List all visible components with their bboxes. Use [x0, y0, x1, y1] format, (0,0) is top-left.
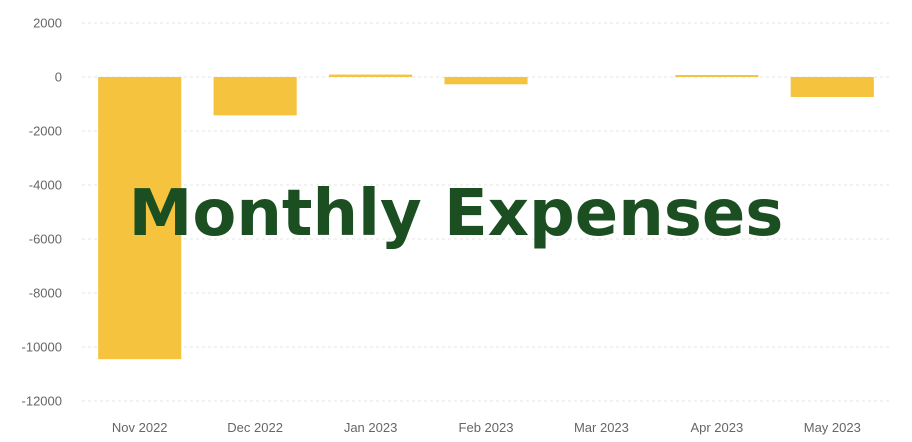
x-tick-label: Nov 2022: [112, 420, 168, 435]
x-tick-label: Dec 2022: [227, 420, 283, 435]
x-tick-label: Feb 2023: [459, 420, 514, 435]
bar[interactable]: [444, 77, 528, 85]
y-tick-label: -10000: [22, 340, 62, 355]
monthly-expenses-chart: 2000 0 -2000 -4000 -6000 -8000 -10000 -12000 No…: [22, 16, 890, 435]
y-tick-label: -12000: [22, 394, 62, 409]
y-axis-tick-labels: 2000 0 -2000 -4000 -6000 -8000 -10000 -12000: [22, 16, 62, 409]
x-tick-label: Jan 2023: [344, 420, 398, 435]
x-axis-tick-labels: Nov 2022 Dec 2022 Jan 2023 Feb 2023 Mar 2023…: [112, 420, 861, 435]
y-tick-label: -6000: [29, 232, 62, 247]
y-tick-label: 0: [55, 70, 62, 85]
bar[interactable]: [329, 74, 413, 77]
bar[interactable]: [790, 77, 874, 97]
y-tick-label: 2000: [33, 16, 62, 31]
x-tick-label: Apr 2023: [690, 420, 743, 435]
x-tick-label: Mar 2023: [574, 420, 629, 435]
x-tick-label: May 2023: [804, 420, 861, 435]
y-tick-label: -2000: [29, 124, 62, 139]
bar[interactable]: [675, 75, 759, 77]
bar[interactable]: [213, 77, 297, 116]
y-tick-label: -4000: [29, 178, 62, 193]
y-tick-label: -8000: [29, 286, 62, 301]
chart-title: Monthly Expenses: [129, 177, 784, 251]
